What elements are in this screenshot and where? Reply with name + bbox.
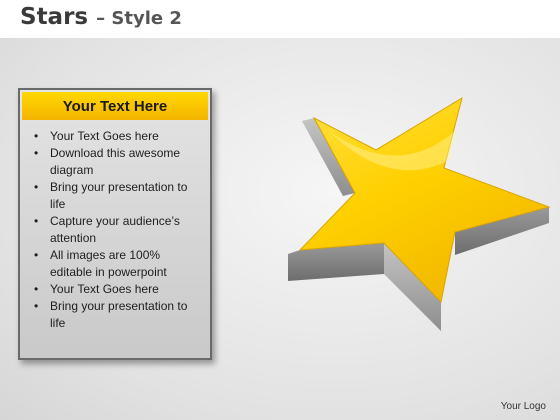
- logo-placeholder: Your Logo: [500, 401, 546, 412]
- star-graphic: [288, 96, 551, 331]
